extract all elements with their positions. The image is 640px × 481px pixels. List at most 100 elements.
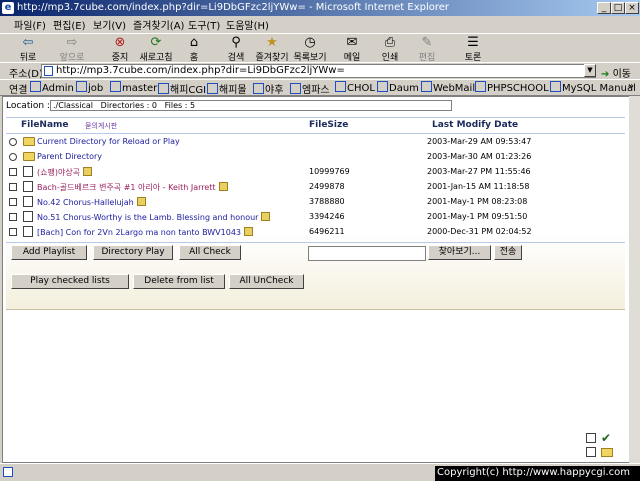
play-checked-button[interactable]: Play checked lists bbox=[11, 274, 129, 289]
header-filename[interactable]: FileName bbox=[21, 120, 69, 130]
link-webmail[interactable]: WebMail bbox=[421, 81, 475, 94]
file-date: 2003-Mar-30 AM 01:23:26 bbox=[427, 152, 532, 161]
edit-button[interactable]: ✎ 편집 bbox=[409, 35, 445, 64]
file-name-link[interactable]: [Bach] Con for 2Vn 2Largo ma non tanto B… bbox=[37, 227, 254, 237]
home-button[interactable]: ⌂ 홈 bbox=[176, 36, 212, 64]
vertical-scrollbar[interactable] bbox=[629, 96, 640, 463]
back-button[interactable]: ⇦ 뒤로 bbox=[10, 35, 46, 64]
forward-button[interactable]: ⇨ 앞으로 bbox=[54, 36, 90, 64]
file-name-link[interactable]: No.51 Chorus-Worthy is the Lamb. Blessin… bbox=[37, 212, 271, 222]
menu-bar: 파일(F) 편집(E) 보기(V) 즐겨찾기(A) 도구(T) 도움말(H) bbox=[0, 16, 640, 32]
link-admin[interactable]: Admin bbox=[30, 81, 74, 94]
document-icon[interactable] bbox=[586, 447, 596, 457]
all-uncheck-button[interactable]: All UnCheck bbox=[229, 274, 304, 289]
play-icon[interactable] bbox=[136, 197, 146, 206]
history-button[interactable]: ◷ 목록보기 bbox=[292, 36, 328, 64]
link-mysql-manual[interactable]: MySQL Manual bbox=[550, 81, 636, 94]
delete-from-list-button[interactable]: Delete from list bbox=[133, 274, 225, 289]
copyright-text: Copyright(c) http://www.happycgi.com bbox=[435, 466, 640, 481]
file-date: 2001-May-1 PM 09:51:50 bbox=[427, 212, 528, 221]
play-icon[interactable] bbox=[218, 182, 228, 191]
play-icon[interactable] bbox=[244, 227, 254, 236]
file-name-link[interactable]: No.42 Chorus-Hallelujah bbox=[37, 197, 146, 207]
play-icon[interactable] bbox=[261, 212, 271, 221]
print-button[interactable]: ⎙ 인쇄 bbox=[372, 36, 408, 64]
location-path: ./Classical Directories : 0 Files : 5 bbox=[50, 100, 452, 111]
row-radio[interactable] bbox=[9, 153, 17, 161]
link-happymall[interactable]: 해피몰 bbox=[207, 81, 247, 96]
link-empas[interactable]: 엠파스 bbox=[290, 81, 330, 96]
links-more-chevron-icon[interactable]: » bbox=[628, 81, 634, 92]
menu-favorites[interactable]: 즐겨찾기(A) bbox=[133, 17, 184, 32]
minimize-button[interactable]: _ bbox=[597, 2, 611, 14]
row-radio[interactable] bbox=[9, 138, 17, 146]
back-arrow-icon: ⇦ bbox=[22, 35, 34, 50]
link-yahoo[interactable]: 야후 bbox=[253, 81, 283, 96]
table-row[interactable]: No.42 Chorus-Hallelujah 3788880 2001-May… bbox=[6, 195, 625, 210]
address-input[interactable]: http://mp3.7cube.com/index.php?dir=Li9Db… bbox=[41, 64, 596, 78]
go-button[interactable]: ➔ 이동 bbox=[601, 65, 631, 80]
send-button[interactable]: 전송 bbox=[494, 245, 522, 260]
link-happycgi[interactable]: 해피CGI bbox=[158, 81, 206, 96]
checkmark-icon[interactable]: ✔ bbox=[601, 432, 611, 444]
folder-icon[interactable] bbox=[601, 448, 613, 457]
file-date: 2003-Mar-27 PM 11:55:46 bbox=[427, 167, 531, 176]
mail-button[interactable]: ✉ 메일 bbox=[334, 36, 370, 64]
link-master[interactable]: master bbox=[110, 81, 157, 94]
menu-help[interactable]: 도움말(H) bbox=[226, 17, 269, 32]
file-name-link[interactable]: Parent Directory bbox=[37, 152, 102, 161]
row-checkbox[interactable] bbox=[9, 183, 17, 191]
refresh-button[interactable]: ⟳ 새로고침 bbox=[138, 36, 174, 64]
status-bar: Copyright(c) http://www.happycgi.com bbox=[0, 463, 640, 481]
menu-view[interactable]: 보기(V) bbox=[93, 17, 126, 32]
directory-play-button[interactable]: Directory Play bbox=[93, 245, 173, 260]
maximize-button[interactable]: □ bbox=[611, 2, 625, 14]
menu-edit[interactable]: 편집(E) bbox=[53, 17, 86, 32]
link-page-icon bbox=[158, 83, 169, 94]
close-button[interactable]: × bbox=[625, 2, 639, 14]
browse-button[interactable]: 찾아보기... bbox=[428, 245, 491, 260]
menu-tools[interactable]: 도구(T) bbox=[188, 17, 220, 32]
file-name-link[interactable]: Current Directory for Reload or Play bbox=[37, 137, 180, 146]
table-row[interactable]: (쇼팽)야상곡 10999769 2003-Mar-27 PM 11:55:46 bbox=[6, 165, 625, 180]
row-checkbox[interactable] bbox=[9, 198, 17, 206]
file-name-link[interactable]: (쇼팽)야상곡 bbox=[37, 167, 93, 178]
edit-icon: ✎ bbox=[421, 35, 433, 50]
upload-file-input[interactable] bbox=[308, 246, 426, 261]
row-checkbox[interactable] bbox=[9, 168, 17, 176]
file-date: 2000-Dec-31 PM 02:04:52 bbox=[427, 227, 532, 236]
menu-file[interactable]: 파일(F) bbox=[14, 17, 46, 32]
play-icon[interactable] bbox=[83, 167, 93, 176]
address-dropdown-button[interactable]: ▼ bbox=[584, 64, 596, 77]
link-page-icon bbox=[550, 81, 561, 92]
header-top-rule bbox=[6, 117, 625, 118]
table-row[interactable]: Parent Directory 2003-Mar-30 AM 01:23:26 bbox=[6, 150, 625, 165]
document-icon[interactable] bbox=[586, 433, 596, 443]
links-bar: 연결 Admin job master 해피CGI 해피몰 야후 엠파스 CHO… bbox=[0, 79, 640, 96]
link-job[interactable]: job bbox=[76, 81, 103, 94]
table-row[interactable]: No.51 Chorus-Worthy is the Lamb. Blessin… bbox=[6, 210, 625, 225]
search-button[interactable]: ⚲ 검색 bbox=[218, 36, 254, 64]
discuss-button[interactable]: ☰ 토론 bbox=[455, 36, 491, 64]
add-playlist-button[interactable]: Add Playlist bbox=[11, 245, 87, 260]
link-daum[interactable]: Daum bbox=[377, 81, 419, 94]
standard-toolbar: ⇦ 뒤로 ⇨ 앞으로 ⊗ 중지 ⟳ 새로고침 ⌂ 홈 ⚲ 검색 ★ 즐겨찾기 ◷… bbox=[0, 33, 640, 63]
file-name-link[interactable]: Bach-골드베르크 변주곡 #1 아리아 - Keith Jarrett bbox=[37, 182, 228, 193]
row-checkbox[interactable] bbox=[9, 213, 17, 221]
header-filesize[interactable]: FileSize bbox=[309, 120, 348, 130]
file-size: 10999769 bbox=[309, 167, 350, 176]
stop-button[interactable]: ⊗ 중지 bbox=[102, 36, 138, 64]
row-checkbox[interactable] bbox=[9, 228, 17, 236]
link-phpschool[interactable]: PHPSCHOOL bbox=[475, 81, 549, 94]
link-chol[interactable]: CHOL bbox=[335, 81, 375, 94]
table-row[interactable]: Bach-골드베르크 변주곡 #1 아리아 - Keith Jarrett 24… bbox=[6, 180, 625, 195]
link-page-icon bbox=[290, 83, 301, 94]
all-check-button[interactable]: All Check bbox=[179, 245, 241, 260]
table-row[interactable]: Current Directory for Reload or Play 200… bbox=[6, 135, 625, 150]
file-size: 6496211 bbox=[309, 227, 345, 236]
board-link[interactable]: 묻의게시판 bbox=[85, 121, 117, 131]
table-row[interactable]: [Bach] Con for 2Vn 2Largo ma non tanto B… bbox=[6, 225, 625, 240]
favorites-button[interactable]: ★ 즐겨찾기 bbox=[254, 36, 290, 64]
header-last-modify-date[interactable]: Last Modify Date bbox=[432, 120, 518, 130]
link-page-icon bbox=[253, 83, 264, 94]
